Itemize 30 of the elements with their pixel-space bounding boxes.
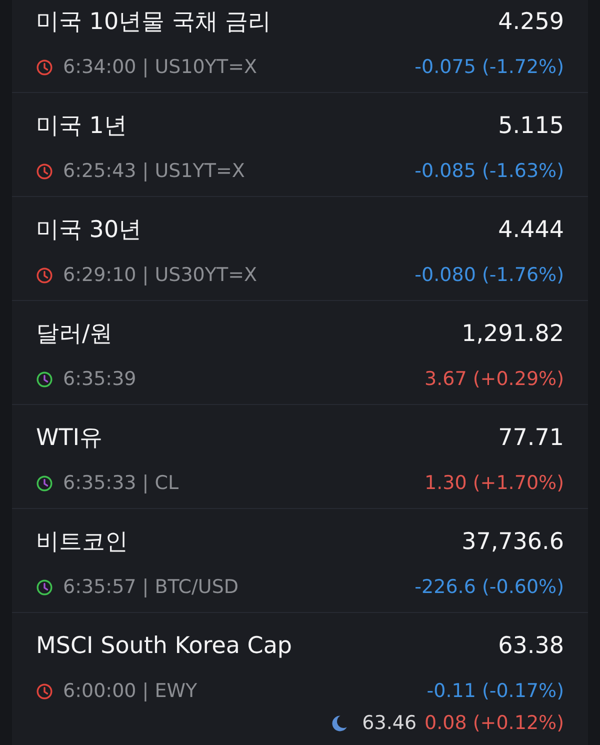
quote-price: 63.38 (498, 632, 564, 661)
quote-name[interactable]: 미국 10년물 국채 금리 (36, 7, 272, 37)
quote-time-symbol: 6:29:10 | US30YT=X (63, 264, 258, 286)
quote-price: 4.444 (498, 216, 564, 245)
quote-name[interactable]: WTI유 (36, 423, 103, 453)
quote-price: 1,291.82 (462, 320, 564, 349)
quote-price: 4.259 (498, 8, 564, 37)
quote-name[interactable]: MSCI South Korea Cap (36, 631, 292, 661)
quote-time-symbol: 6:35:57 | BTC/USD (63, 576, 239, 598)
quote-time-symbol: 6:35:33 | CL (63, 472, 179, 494)
quote-time-symbol: 6:35:39 (63, 368, 136, 390)
quote-time-symbol: 6:00:00 | EWY (63, 680, 198, 702)
quote-price: 77.71 (498, 424, 564, 453)
quote-name[interactable]: 미국 1년 (36, 111, 127, 141)
after-hours-change: 0.08 (+0.12%) (424, 712, 564, 734)
quote-change: -0.080 (-1.76%) (414, 264, 564, 286)
quote-time-symbol: 6:34:00 | US10YT=X (63, 56, 258, 78)
quote-price: 5.115 (498, 112, 564, 141)
quote-change: -0.075 (-1.72%) (414, 56, 564, 78)
quote-change: 1.30 (+1.70%) (424, 472, 564, 494)
quote-price: 37,736.6 (462, 528, 564, 557)
quote-change: -226.6 (-0.60%) (414, 576, 564, 598)
after-hours-price: 63.46 (362, 712, 417, 734)
quote-name[interactable]: 비트코인 (36, 527, 128, 557)
quote-name[interactable]: 미국 30년 (36, 215, 142, 245)
quote-change: -0.11 (-0.17%) (426, 680, 564, 702)
quote-change: -0.085 (-1.63%) (414, 160, 564, 182)
quote-change: 3.67 (+0.29%) (424, 368, 564, 390)
quote-time-symbol: 6:25:43 | US1YT=X (63, 160, 245, 182)
quote-name[interactable]: 달러/원 (36, 319, 113, 349)
